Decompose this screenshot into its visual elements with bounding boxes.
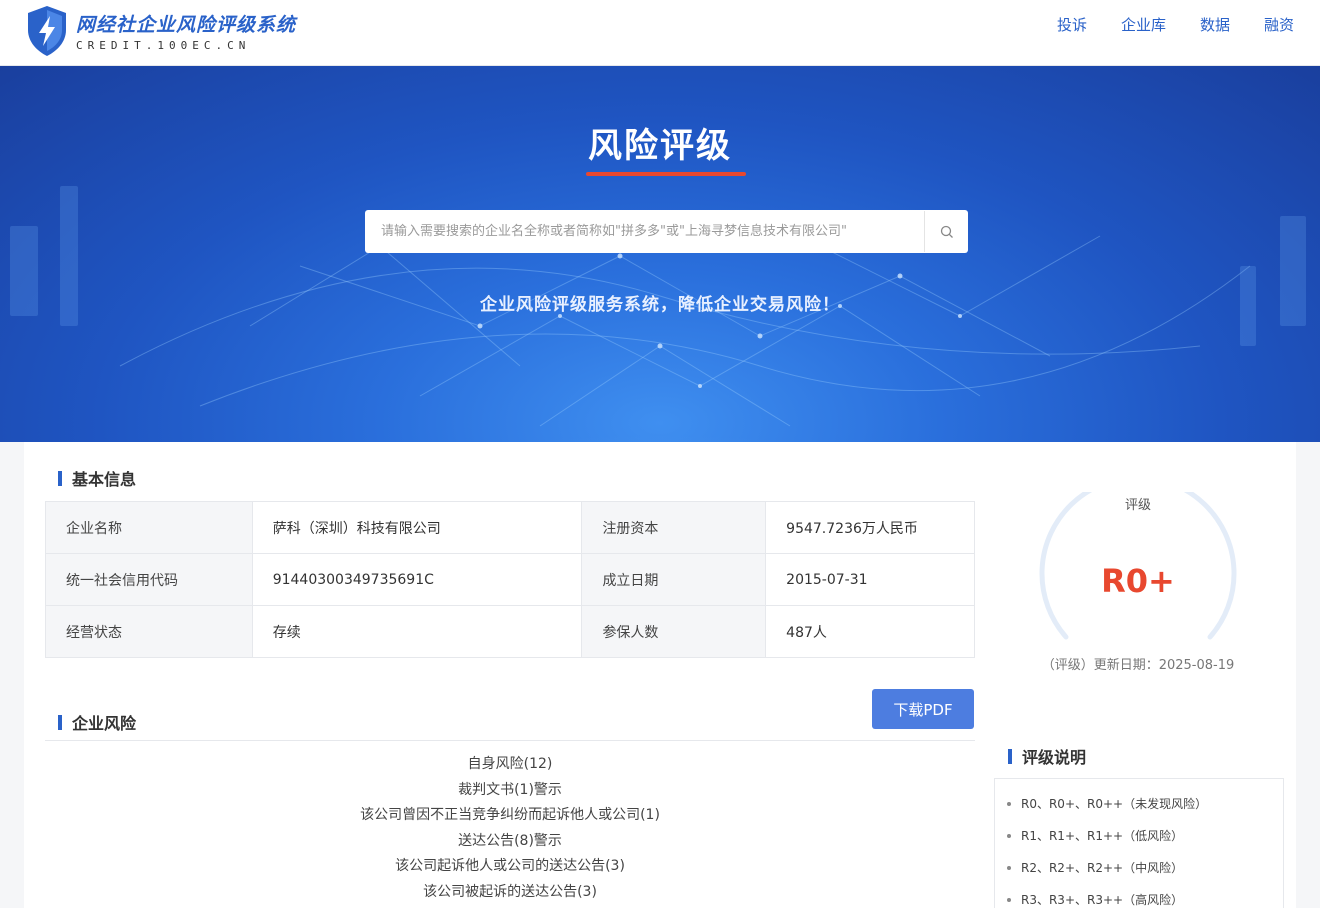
risk-divider xyxy=(45,740,975,741)
rating-update-date: （评级）更新日期：2025-08-19 xyxy=(1041,658,1235,673)
risk-heading: 企业风险 xyxy=(58,710,136,734)
credit-code-value: 91440300349735691C xyxy=(251,553,583,606)
list-item[interactable]: 裁判文书(1)警示 xyxy=(45,778,975,804)
registered-capital-value: 9547.7236万人民币 xyxy=(765,501,975,554)
legend-title: 评级说明 xyxy=(1022,748,1087,767)
company-name-value: 萨科（深圳）科技有限公司 xyxy=(251,501,583,554)
risk-title: 企业风险 xyxy=(72,714,137,733)
founded-date-value: 2015-07-31 xyxy=(765,553,975,606)
insured-count-value: 487人 xyxy=(765,605,975,658)
credit-code-label: 统一社会信用代码 xyxy=(45,553,253,606)
table-row: 经营状态 存续 参保人数 487人 xyxy=(45,605,975,658)
founded-date-label: 成立日期 xyxy=(581,553,767,606)
list-item[interactable]: 该公司被起诉的送达公告(3) xyxy=(45,880,975,906)
rating-label: 评级 xyxy=(1124,498,1151,513)
logo-subtitle: CREDIT.100EC.CN xyxy=(76,39,251,52)
basic-info-title: 基本信息 xyxy=(72,470,137,489)
nav-item-complaint[interactable]: 投诉 xyxy=(1057,14,1087,35)
section-marker xyxy=(1008,748,1012,764)
table-row: 企业名称 萨科（深圳）科技有限公司 注册资本 9547.7236万人民币 xyxy=(45,501,975,554)
legend-item: R1、R1+、R1++（低风险） xyxy=(995,825,1283,857)
search-icon xyxy=(940,225,953,238)
banner-slogan: 企业风险评级服务系统，降低企业交易风险！ xyxy=(480,295,840,315)
insured-count-label: 参保人数 xyxy=(581,605,767,658)
status-label: 经营状态 xyxy=(45,605,253,658)
rating-legend: R0、R0+、R0++（未发现风险） R1、R1+、R1++（低风险） R2、R… xyxy=(994,778,1284,908)
search-box xyxy=(365,210,968,253)
section-marker xyxy=(58,714,62,730)
table-row: 统一社会信用代码 91440300349735691C 成立日期 2015-07… xyxy=(45,553,975,606)
nav-item-financing[interactable]: 融资 xyxy=(1264,14,1294,35)
search-button[interactable] xyxy=(924,211,968,252)
basic-info-table: 企业名称 萨科（深圳）科技有限公司 注册资本 9547.7236万人民币 统一社… xyxy=(45,501,975,658)
legend-item: R2、R2+、R2++（中风险） xyxy=(995,857,1283,889)
list-item[interactable]: 送达公告(8)警示 xyxy=(45,829,975,855)
logo-title: 网经社企业风险评级系统 xyxy=(76,14,297,36)
site-logo[interactable]: 网经社企业风险评级系统 CREDIT.100EC.CN xyxy=(24,4,296,58)
legend-heading: 评级说明 xyxy=(1008,744,1086,768)
title-underline xyxy=(586,172,746,176)
list-item[interactable]: 该公司起诉他人或公司的送达公告(3) xyxy=(45,854,975,880)
nav-item-data[interactable]: 数据 xyxy=(1200,14,1230,35)
shield-lightning-icon xyxy=(28,6,66,56)
page-title: 风险评级 xyxy=(588,126,732,166)
risk-list: 自身风险(12) 裁判文书(1)警示 该公司曾因不正当竞争纠纷而起诉他人或公司(… xyxy=(45,752,975,906)
registered-capital-label: 注册资本 xyxy=(581,501,767,554)
main-nav: 投诉 企业库 数据 融资 xyxy=(1023,14,1294,35)
top-header: 网经社企业风险评级系统 CREDIT.100EC.CN 投诉 企业库 数据 融资 xyxy=(0,0,1320,66)
list-item[interactable]: 该公司曾因不正当竞争纠纷而起诉他人或公司(1) xyxy=(45,803,975,829)
download-pdf-button[interactable]: 下载PDF xyxy=(872,689,974,729)
status-value: 存续 xyxy=(251,605,583,658)
section-marker xyxy=(58,470,62,486)
nav-item-company-db[interactable]: 企业库 xyxy=(1121,14,1166,35)
company-name-label: 企业名称 xyxy=(45,501,253,554)
hero-banner: 风险评级 企业风险评级服务系统，降低企业交易风险！ xyxy=(0,66,1320,442)
legend-item: R3、R3+、R3++（高风险） xyxy=(995,889,1283,908)
rating-value: R0+ xyxy=(1101,562,1175,600)
legend-item: R0、R0+、R0++（未发现风险） xyxy=(995,793,1283,825)
main-content: 基本信息 企业名称 萨科（深圳）科技有限公司 注册资本 9547.7236万人民… xyxy=(24,442,1296,908)
list-item[interactable]: 自身风险(12) xyxy=(45,752,975,778)
search-input[interactable] xyxy=(365,211,924,252)
basic-info-heading: 基本信息 xyxy=(58,466,136,490)
